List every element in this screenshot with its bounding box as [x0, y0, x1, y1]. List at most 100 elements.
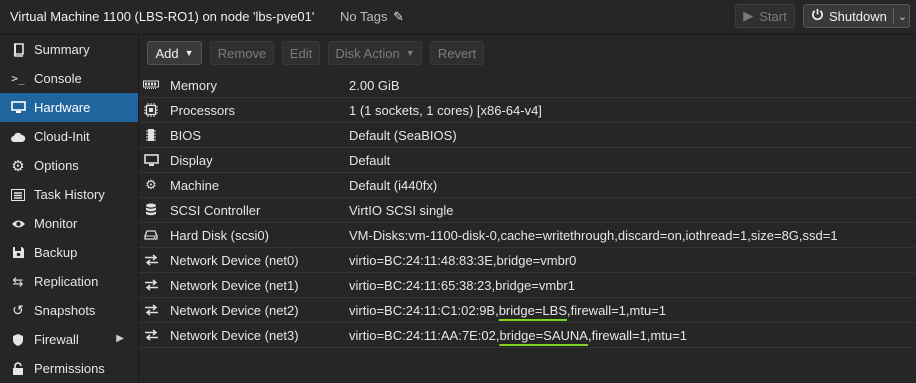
sidebar-item-summary[interactable]: Summary [0, 35, 138, 64]
history-icon: ↺ [12, 302, 24, 318]
hdd-icon [143, 227, 159, 243]
sidebar-item-firewall[interactable]: Firewall ▶ [0, 325, 138, 354]
table-row[interactable]: Memory 2.00 GiB [139, 73, 916, 98]
chevron-down-icon[interactable]: ⌄ [898, 10, 907, 23]
shutdown-label: Shutdown [829, 8, 887, 24]
row-value: VM-Disks:vm-1100-disk-0,cache=writethrou… [349, 228, 838, 243]
row-name: Display [170, 153, 213, 168]
table-row[interactable]: Display Default [139, 148, 916, 173]
table-row[interactable]: Network Device (net0) virtio=BC:24:11:48… [139, 248, 916, 273]
table-row[interactable]: Network Device (net2) virtio=BC:24:11:C1… [139, 298, 916, 323]
table-row[interactable]: Processors 1 (1 sockets, 1 cores) [x86-6… [139, 98, 916, 123]
sidebar: Summary >_ Console Hardware Cloud-Init ⚙… [0, 35, 139, 381]
terminal-icon: >_ [11, 72, 25, 85]
row-value: virtio=BC:24:11:48:83:3E,bridge=vmbr0 [349, 253, 577, 268]
sidebar-item-options[interactable]: ⚙ Options [0, 151, 138, 180]
row-name: Network Device (net0) [170, 253, 299, 268]
revert-button[interactable]: Revert [430, 41, 484, 65]
row-name: Machine [170, 178, 220, 193]
start-button[interactable]: ▶ Start [735, 4, 795, 28]
sidebar-item-task-history[interactable]: Task History [0, 180, 138, 209]
sidebar-item-label: Monitor [34, 216, 78, 231]
row-value: virtio=BC:24:11:C1:02:9B,bridge=LBS,fire… [349, 303, 666, 318]
row-name: SCSI Controller [170, 203, 261, 218]
tags-edit[interactable]: No Tags ✎ [340, 9, 404, 25]
row-value-suffix: ,firewall=1,mtu=1 [587, 328, 687, 343]
split-divider [892, 8, 894, 24]
row-value: Default [349, 153, 391, 168]
list-icon [10, 187, 26, 203]
floppy-icon [10, 245, 26, 261]
row-name: BIOS [170, 128, 202, 143]
edit-label: Edit [289, 45, 313, 61]
exchange-icon [143, 277, 159, 293]
desktop-icon [10, 100, 26, 116]
retweet-icon: ⇆ [12, 273, 24, 289]
remove-button[interactable]: Remove [210, 41, 274, 65]
remove-label: Remove [217, 45, 267, 61]
pencil-icon[interactable]: ✎ [393, 9, 404, 24]
row-value: VirtIO SCSI single [349, 203, 454, 218]
disk-action-label: Disk Action [335, 45, 400, 61]
sidebar-item-replication[interactable]: ⇆ Replication [0, 267, 138, 296]
sidebar-item-hardware[interactable]: Hardware [0, 93, 138, 122]
display-icon [143, 152, 159, 168]
table-row[interactable]: BIOS Default (SeaBIOS) [139, 123, 916, 148]
cpu-icon [143, 102, 159, 118]
sidebar-item-label: Options [34, 158, 79, 173]
row-value: Default (SeaBIOS) [349, 128, 457, 143]
add-label: Add [155, 45, 179, 61]
page-title: Virtual Machine 1100 (LBS-RO1) on node '… [10, 9, 315, 24]
row-value: 2.00 GiB [349, 78, 400, 93]
table-row[interactable]: ⚙ Machine Default (i440fx) [139, 173, 916, 198]
unlock-icon [10, 361, 26, 377]
highlighted-bridge: bridge=LBS [498, 303, 568, 318]
table-row[interactable]: SCSI Controller VirtIO SCSI single [139, 198, 916, 223]
sidebar-item-permissions[interactable]: Permissions [0, 354, 138, 383]
sidebar-item-monitor[interactable]: Monitor [0, 209, 138, 238]
row-value: virtio=BC:24:11:AA:7E:02,bridge=SAUNA,fi… [349, 328, 687, 343]
table-row[interactable]: Hard Disk (scsi0) VM-Disks:vm-1100-disk-… [139, 223, 916, 248]
sidebar-item-cloud-init[interactable]: Cloud-Init [0, 122, 138, 151]
table-row[interactable]: Network Device (net1) virtio=BC:24:11:65… [139, 273, 916, 298]
row-name: Processors [170, 103, 236, 118]
row-name: Memory [170, 78, 217, 93]
disk-action-button[interactable]: Disk Action ▼ [328, 41, 422, 65]
chevron-right-icon[interactable]: ▶ [116, 333, 124, 344]
start-label: Start [759, 8, 787, 24]
sidebar-item-label: Snapshots [34, 303, 96, 318]
hardware-toolbar: Add ▼ Remove Edit Disk Action ▼ Revert [139, 35, 916, 71]
sidebar-item-label: Summary [34, 42, 90, 57]
sidebar-item-label: Console [34, 71, 82, 86]
row-name: Network Device (net3) [170, 328, 299, 343]
header-bar: Virtual Machine 1100 (LBS-RO1) on node '… [0, 0, 916, 35]
shutdown-button[interactable]: Shutdown ⌄ [803, 4, 910, 28]
chevron-down-icon: ▼ [184, 48, 194, 58]
sidebar-item-backup[interactable]: Backup [0, 238, 138, 267]
database-icon [143, 202, 159, 218]
row-value: 1 (1 sockets, 1 cores) [x86-64-v4] [349, 103, 542, 118]
power-icon [811, 8, 824, 24]
sidebar-item-label: Task History [34, 187, 105, 202]
revert-label: Revert [437, 45, 477, 61]
add-button[interactable]: Add ▼ [147, 41, 202, 65]
row-name: Hard Disk (scsi0) [170, 228, 269, 243]
edit-button[interactable]: Edit [282, 41, 320, 65]
exchange-icon [143, 252, 159, 268]
row-value: Default (i440fx) [349, 178, 438, 193]
tags-label: No Tags [340, 9, 388, 24]
microchip-icon [143, 127, 159, 143]
cogs-icon: ⚙ [145, 177, 157, 192]
sidebar-item-snapshots[interactable]: ↺ Snapshots [0, 296, 138, 325]
row-value: virtio=BC:24:11:65:38:23,bridge=vmbr1 [349, 278, 575, 293]
row-name: Network Device (net2) [170, 303, 299, 318]
memory-icon [143, 77, 159, 93]
hardware-grid: Memory 2.00 GiB Processors 1 (1 sockets,… [139, 73, 916, 381]
eye-icon [10, 216, 26, 232]
sidebar-item-label: Replication [34, 274, 99, 289]
sidebar-item-console[interactable]: >_ Console [0, 64, 138, 93]
sidebar-item-label: Cloud-Init [34, 129, 90, 144]
row-value-suffix: ,firewall=1,mtu=1 [567, 303, 667, 318]
table-row[interactable]: Network Device (net3) virtio=BC:24:11:AA… [139, 323, 916, 348]
exchange-icon [143, 327, 159, 343]
